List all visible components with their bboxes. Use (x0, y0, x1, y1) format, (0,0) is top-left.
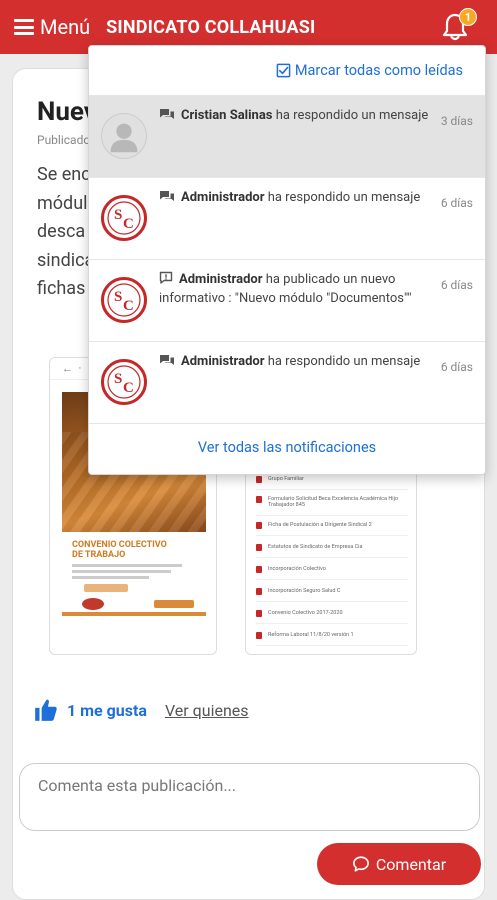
notification-item[interactable]: S C Administrador ha respondido un mensa… (89, 342, 485, 424)
pdf-icon (256, 476, 262, 483)
mark-all-read-button[interactable]: Marcar todas como leídas (276, 62, 463, 79)
chat-icon (160, 355, 174, 365)
notification-count-badge: 1 (459, 8, 477, 26)
svg-text:C: C (123, 298, 134, 314)
notification-time: 3 días (440, 114, 473, 128)
notifications-dropdown: Marcar todas como leídas Cristian Salina… (88, 45, 486, 475)
notification-item[interactable]: S C Administrador ha respondido un mensa… (89, 178, 485, 260)
announcement-icon (159, 271, 173, 284)
chat-icon (160, 191, 174, 201)
comment-button-label: Comentar (375, 854, 447, 874)
mark-all-read-label: Marcar todas como leídas (294, 62, 463, 79)
svg-text:C: C (123, 216, 134, 232)
notification-time: 6 días (440, 196, 473, 210)
app-title: SINDICATO COLLAHUASI (106, 16, 316, 38)
cover-brand-logo-icon (154, 600, 194, 608)
notification-item[interactable]: S C Administrador ha publicado un nuevo … (89, 260, 485, 342)
svg-text:S: S (114, 371, 122, 387)
sc-monogram-icon: S C (107, 201, 141, 235)
post-meta: Publicado (37, 133, 91, 147)
union-logo-icon: S C (101, 359, 147, 405)
notifications-header: Marcar todas como leídas (89, 46, 485, 96)
document-row: Formulario Solicitud Beca Excelencia Aca… (256, 496, 408, 516)
svg-text:C: C (123, 380, 134, 396)
chat-icon (160, 109, 174, 119)
user-avatar-icon (101, 113, 147, 159)
menu-button[interactable]: Menú (14, 15, 90, 39)
cover-text-lines (72, 564, 182, 582)
pdf-icon (256, 610, 262, 617)
union-logo-icon: S C (101, 195, 147, 241)
cover-logo-icon (82, 598, 104, 610)
notification-text: Administrador ha respondido un mensaje (159, 188, 441, 207)
cover-button-shape (84, 584, 128, 592)
notification-text: Cristian Salinas ha respondido un mensaj… (159, 106, 441, 125)
person-icon (110, 123, 138, 153)
document-row: Incorporación Seguro Salud C (256, 588, 408, 602)
pdf-icon (256, 632, 262, 639)
comment-bubble-icon (352, 856, 369, 872)
comment-input[interactable]: Comenta esta publicación... (19, 763, 480, 831)
svg-text:S: S (114, 289, 122, 305)
pdf-icon (256, 566, 262, 573)
sc-monogram-icon: S C (107, 283, 141, 317)
pdf-icon (256, 544, 262, 551)
see-all-notifications-link[interactable]: Ver todas las notificaciones (89, 424, 485, 470)
checkbox-checked-icon (276, 63, 291, 78)
document-row: Grupo Familiar (256, 476, 408, 490)
union-logo-icon: S C (101, 277, 147, 323)
notifications-button[interactable]: 1 (441, 8, 477, 42)
comment-button[interactable]: Comentar (317, 843, 481, 885)
see-who-liked-link[interactable]: Ver quienes (165, 701, 249, 720)
pdf-icon (256, 496, 262, 503)
cover-title: CONVENIO COLECTIVO DE TRABAJO (72, 540, 167, 560)
pdf-icon (256, 588, 262, 595)
notification-item[interactable]: Cristian Salinas ha respondido un mensaj… (89, 96, 485, 178)
notification-text: Administrador ha respondido un mensaje (159, 352, 441, 371)
menu-label: Menú (40, 15, 91, 39)
svg-text:S: S (114, 207, 122, 223)
document-row: Estatutos de Sindicato de Empresa Cia (256, 544, 408, 558)
cover-bottom-bar (62, 612, 206, 616)
document-row: Convenio Colectivo 2017-2020 (256, 610, 408, 624)
notification-time: 6 días (440, 278, 473, 292)
like-count-label[interactable]: 1 me gusta (67, 701, 147, 720)
like-row: 1 me gusta Ver quienes (33, 697, 249, 723)
document-row: Reforma Laboral 11/8/20 versión 1 (256, 632, 408, 646)
sc-monogram-icon: S C (107, 365, 141, 399)
hamburger-icon (14, 19, 34, 35)
thumbs-up-icon[interactable] (33, 697, 59, 723)
document-row: Incorporación Colectivo (256, 566, 408, 580)
document-row: Ficha de Postulación a Dirigente Sindica… (256, 522, 408, 536)
notification-text: Administrador ha publicado un nuevo info… (159, 271, 412, 306)
pdf-icon (256, 522, 262, 529)
notification-time: 6 días (440, 360, 473, 374)
